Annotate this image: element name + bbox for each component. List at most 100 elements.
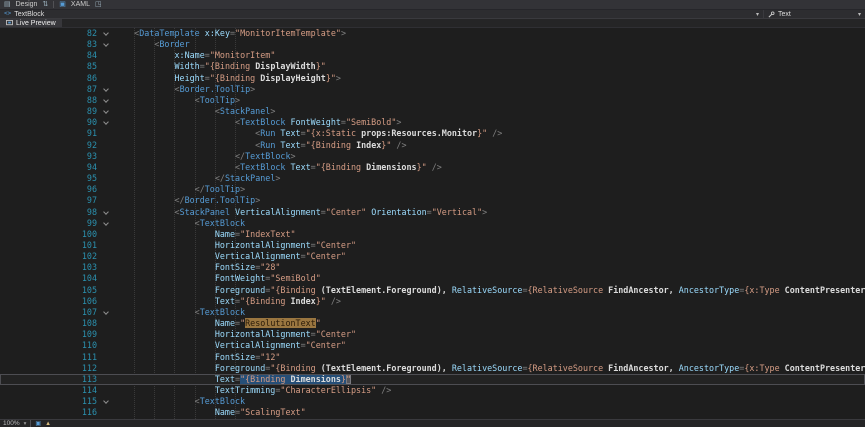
- line-number: 91: [0, 128, 100, 139]
- code-line[interactable]: 82 <DataTemplate x:Key="MonitorItemTempl…: [0, 28, 865, 39]
- code-text: HorizontalAlignment="Center": [114, 329, 865, 340]
- fold-chevron-icon[interactable]: [100, 28, 114, 39]
- code-line[interactable]: 100 Name="IndexText": [0, 229, 865, 240]
- line-number: 102: [0, 251, 100, 262]
- fold-chevron-icon[interactable]: [100, 307, 114, 318]
- code-line[interactable]: 99 <TextBlock: [0, 218, 865, 229]
- wrench-icon: [768, 11, 775, 18]
- code-text: Name="ScalingText": [114, 407, 865, 418]
- code-text: Name="IndexText": [114, 229, 865, 240]
- xaml-tab[interactable]: XAML: [71, 1, 90, 8]
- code-line[interactable]: 85 Width="{Binding DisplayWidth}": [0, 61, 865, 72]
- line-number: 109: [0, 329, 100, 340]
- fold-spacer: [100, 240, 114, 251]
- member-dropdown[interactable]: Text ▾: [763, 10, 865, 18]
- chevron-down-icon[interactable]: ▾: [858, 11, 861, 18]
- code-text: Text="{Binding Index}" />: [114, 296, 865, 307]
- line-number: 95: [0, 173, 100, 184]
- code-line[interactable]: 107 <TextBlock: [0, 307, 865, 318]
- code-text: <Border.ToolTip>: [114, 84, 865, 95]
- code-text: FontSize="12": [114, 352, 865, 363]
- code-line[interactable]: 92 <Run Text="{Binding Index}" />: [0, 140, 865, 151]
- code-line[interactable]: 112 Foreground="{Binding (TextElement.Fo…: [0, 363, 865, 374]
- code-line[interactable]: 103 FontSize="28": [0, 262, 865, 273]
- code-text: </ToolTip>: [114, 184, 865, 195]
- line-number: 101: [0, 240, 100, 251]
- swap-panes-icon[interactable]: ⇅: [42, 1, 48, 8]
- fold-chevron-icon[interactable]: [100, 117, 114, 128]
- code-line[interactable]: 84 x:Name="MonitorItem": [0, 50, 865, 61]
- fold-chevron-icon[interactable]: [100, 39, 114, 50]
- code-line[interactable]: 83 <Border: [0, 39, 865, 50]
- element-dropdown[interactable]: <> TextBlock ▾: [0, 10, 763, 18]
- code-line[interactable]: 104 FontWeight="SemiBold": [0, 273, 865, 284]
- code-line[interactable]: 98 <StackPanel VerticalAlignment="Center…: [0, 207, 865, 218]
- fold-chevron-icon[interactable]: [100, 95, 114, 106]
- code-line[interactable]: 105 Foreground="{Binding (TextElement.Fo…: [0, 285, 865, 296]
- code-line[interactable]: 91 <Run Text="{x:Static props:Resources.…: [0, 128, 865, 139]
- fold-chevron-icon[interactable]: [100, 207, 114, 218]
- line-number: 106: [0, 296, 100, 307]
- code-line[interactable]: 86 Height="{Binding DisplayHeight}">: [0, 73, 865, 84]
- design-tab[interactable]: Design: [16, 1, 38, 8]
- line-number: 89: [0, 106, 100, 117]
- code-line[interactable]: 90 <TextBlock FontWeight="SemiBold">: [0, 117, 865, 128]
- code-text: <TextBlock FontWeight="SemiBold">: [114, 117, 865, 128]
- fold-spacer: [100, 151, 114, 162]
- line-number: 97: [0, 195, 100, 206]
- code-text: Foreground="{Binding (TextElement.Foregr…: [114, 363, 865, 374]
- fold-chevron-icon[interactable]: [100, 396, 114, 407]
- code-text: TextTrimming="CharacterEllipsis" />: [114, 385, 865, 396]
- fold-spacer: [100, 363, 114, 374]
- code-line[interactable]: 95 </StackPanel>: [0, 173, 865, 184]
- fold-spacer: [100, 273, 114, 284]
- popout-pane-icon[interactable]: ◳: [95, 1, 102, 8]
- fold-spacer: [100, 229, 114, 240]
- fold-spacer: [100, 251, 114, 262]
- code-text: Foreground="{Binding (TextElement.Foregr…: [114, 285, 865, 296]
- code-line[interactable]: 93 </TextBlock>: [0, 151, 865, 162]
- code-line[interactable]: 102 VerticalAlignment="Center": [0, 251, 865, 262]
- divider: [30, 420, 31, 427]
- code-line[interactable]: 110 VerticalAlignment="Center": [0, 340, 865, 351]
- code-text: <Run Text="{Binding Index}" />: [114, 140, 865, 151]
- code-line[interactable]: 94 <TextBlock Text="{Binding Dimensions}…: [0, 162, 865, 173]
- design-view-icon: ▤: [4, 1, 11, 8]
- code-text: <TextBlock: [114, 396, 865, 407]
- fold-spacer: [100, 352, 114, 363]
- chevron-down-icon[interactable]: ▾: [24, 421, 27, 427]
- code-line[interactable]: 89 <StackPanel>: [0, 106, 865, 117]
- line-number: 96: [0, 184, 100, 195]
- code-text: </StackPanel>: [114, 173, 865, 184]
- chevron-down-icon[interactable]: ▾: [756, 11, 759, 18]
- code-line-current[interactable]: 113 Text="{Binding Dimensions}": [0, 374, 865, 385]
- code-line[interactable]: 101 HorizontalAlignment="Center": [0, 240, 865, 251]
- tab-live-preview[interactable]: Live Preview: [0, 19, 62, 27]
- code-line[interactable]: 88 <ToolTip>: [0, 95, 865, 106]
- line-number: 92: [0, 140, 100, 151]
- zoom-select[interactable]: 100%: [3, 420, 20, 427]
- visual-studio-xaml-editor: ▤ Design ⇅ ▣ XAML ◳ <> TextBlock ▾ Text …: [0, 0, 865, 427]
- code-text: <Run Text="{x:Static props:Resources.Mon…: [114, 128, 865, 139]
- code-line[interactable]: 96 </ToolTip>: [0, 184, 865, 195]
- line-number: 116: [0, 407, 100, 418]
- code-line[interactable]: 115 <TextBlock: [0, 396, 865, 407]
- code-line[interactable]: 97 </Border.ToolTip>: [0, 195, 865, 206]
- code-line[interactable]: 109 HorizontalAlignment="Center": [0, 329, 865, 340]
- code-line[interactable]: 114 TextTrimming="CharacterEllipsis" />: [0, 385, 865, 396]
- element-name: TextBlock: [14, 11, 44, 18]
- code-line[interactable]: 106 Text="{Binding Index}" />: [0, 296, 865, 307]
- code-line[interactable]: 111 FontSize="12": [0, 352, 865, 363]
- fold-chevron-icon[interactable]: [100, 84, 114, 95]
- view-switcher-bar: ▤ Design ⇅ ▣ XAML ◳: [0, 0, 865, 10]
- code-editor[interactable]: 82 <DataTemplate x:Key="MonitorItemTempl…: [0, 28, 865, 419]
- fold-spacer: [100, 162, 114, 173]
- fold-chevron-icon[interactable]: [100, 218, 114, 229]
- fold-chevron-icon[interactable]: [100, 106, 114, 117]
- code-line[interactable]: 116 Name="ScalingText": [0, 407, 865, 418]
- fold-spacer: [100, 173, 114, 184]
- code-text: </TextBlock>: [114, 151, 865, 162]
- code-line[interactable]: 108 Name="ResolutionText": [0, 318, 865, 329]
- code-text: <StackPanel VerticalAlignment="Center" O…: [114, 207, 865, 218]
- code-line[interactable]: 87 <Border.ToolTip>: [0, 84, 865, 95]
